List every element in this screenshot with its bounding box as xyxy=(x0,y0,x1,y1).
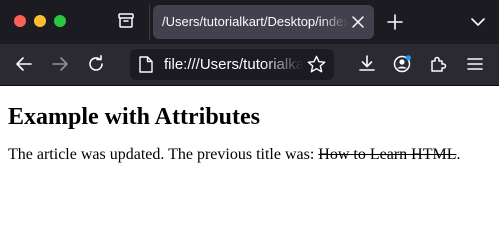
close-window-button[interactable] xyxy=(14,15,26,27)
paragraph-end: . xyxy=(456,146,461,163)
close-tab-icon[interactable] xyxy=(351,15,365,29)
address-bar[interactable]: file:///Users/tutorialkart/Desktop/index… xyxy=(130,49,334,80)
tab-divider xyxy=(149,4,150,40)
new-tab-icon[interactable] xyxy=(387,14,403,30)
minimize-window-button[interactable] xyxy=(34,15,46,27)
tab-title: /Users/tutorialkart/Desktop/index.html xyxy=(162,14,348,29)
tab-list-chevron-icon[interactable] xyxy=(471,16,485,28)
reload-icon[interactable] xyxy=(87,55,105,73)
extensions-icon[interactable] xyxy=(429,55,447,73)
back-arrow-icon[interactable] xyxy=(15,55,33,73)
tab-active[interactable]: /Users/tutorialkart/Desktop/index.html xyxy=(153,5,374,39)
page-heading: Example with Attributes xyxy=(8,104,260,130)
page-icon xyxy=(139,56,153,73)
page-content: Example with Attributes The article was … xyxy=(8,86,491,165)
deleted-previous-title: How to Learn HTML xyxy=(318,146,457,163)
account-icon[interactable] xyxy=(393,55,411,73)
forward-arrow-icon[interactable] xyxy=(51,55,69,73)
tab-manager-icon[interactable] xyxy=(117,12,135,30)
bookmark-star-icon[interactable] xyxy=(307,55,326,74)
downloads-icon[interactable] xyxy=(358,55,376,73)
url-text[interactable]: file:///Users/tutorialkart/Desktop/index… xyxy=(164,56,304,73)
navigation-toolbar: file:///Users/tutorialkart/Desktop/index… xyxy=(0,44,499,86)
paragraph-text: The article was updated. The previous ti… xyxy=(8,146,319,163)
title-bar: /Users/tutorialkart/Desktop/index.html xyxy=(0,0,499,44)
article-paragraph: The article was updated. The previous ti… xyxy=(8,145,491,165)
zoom-window-button[interactable] xyxy=(54,15,66,27)
menu-hamburger-icon[interactable] xyxy=(466,55,484,73)
